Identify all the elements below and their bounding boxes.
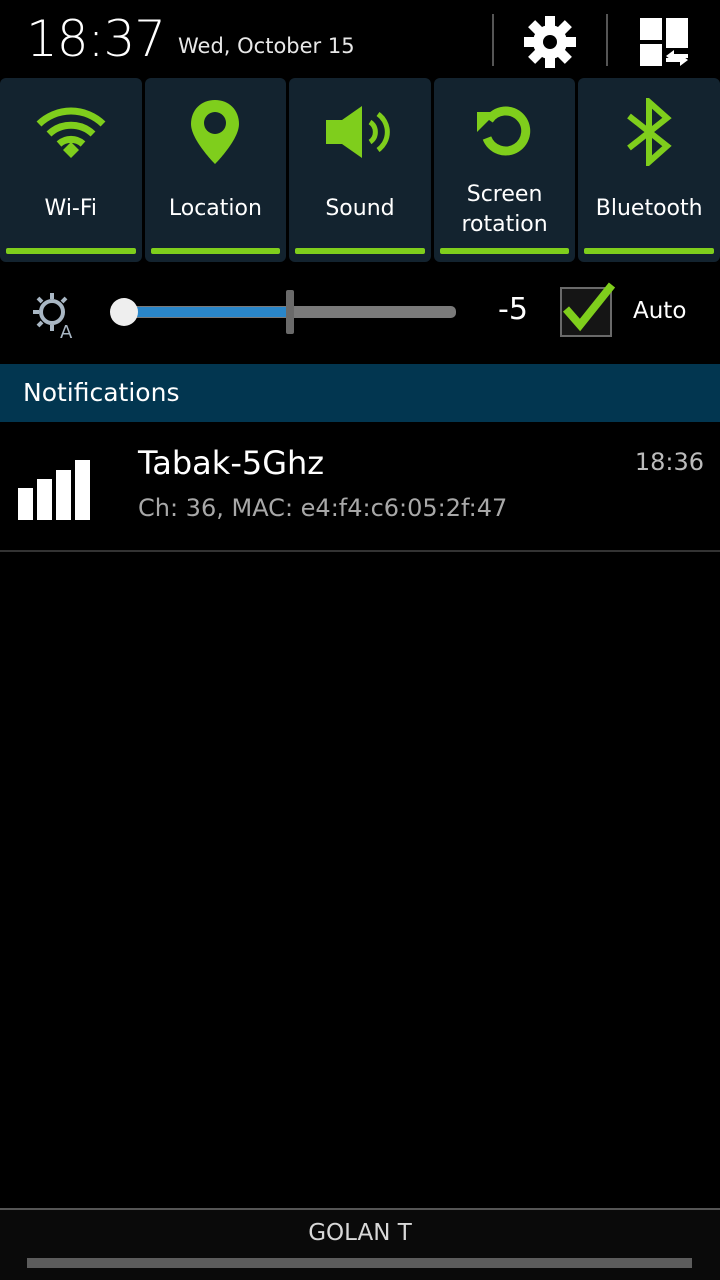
- toggle-location[interactable]: Location: [144, 78, 287, 262]
- notification-time: 18:36: [634, 448, 704, 476]
- brightness-default-marker: [286, 290, 294, 334]
- quick-settings-panel: Wi-Fi Location Sound Screen rotation Blu…: [0, 78, 720, 262]
- date: Wed, October 15: [178, 34, 355, 58]
- carrier-label: GOLAN T: [308, 1220, 412, 1246]
- settings-button[interactable]: [522, 14, 578, 70]
- bluetooth-icon: [627, 98, 672, 166]
- panel-drag-handle[interactable]: [27, 1258, 692, 1268]
- auto-brightness-label: Auto: [633, 298, 687, 324]
- notification-item[interactable]: [0, 422, 720, 550]
- auto-brightness-checkbox[interactable]: [560, 282, 616, 337]
- wifi-icon: [36, 107, 106, 158]
- speaker-icon: [325, 106, 390, 158]
- divider: [0, 550, 720, 552]
- toggle-on-indicator: [439, 248, 570, 254]
- toggle-sound[interactable]: Sound: [289, 78, 431, 262]
- toggle-on-indicator: [584, 248, 714, 254]
- status-header: 18:37 Wed, October 15: [0, 0, 720, 78]
- toggle-bluetooth[interactable]: Bluetooth: [578, 78, 720, 262]
- clock: 18:37: [26, 10, 166, 68]
- notifications-title: Notifications: [23, 378, 180, 407]
- toggle-label: Location: [168, 196, 262, 221]
- notifications-header: Notifications: [0, 364, 720, 422]
- toggle-on-indicator: [150, 248, 281, 254]
- grid-swap-icon: [640, 18, 688, 66]
- edit-quick-settings-button[interactable]: [636, 14, 692, 70]
- auto-brightness-icon: A: [33, 293, 73, 340]
- toggle-screen-rotation[interactable]: Screen rotation: [433, 78, 576, 262]
- divider: [492, 14, 494, 66]
- toggle-label: Sound: [325, 196, 395, 221]
- toggle-wifi[interactable]: Wi-Fi: [0, 78, 142, 262]
- notification-title: Tabak-5Ghz: [138, 444, 325, 482]
- rotate-icon: [476, 106, 530, 156]
- toggle-label: Screen rotation: [461, 182, 548, 237]
- notification-subtitle: Ch: 36, MAC: e4:f4:c6:05:2f:47: [138, 494, 508, 522]
- brightness-slider-fill: [124, 307, 290, 317]
- brightness-value: -5: [498, 292, 528, 327]
- toggle-label: Wi-Fi: [44, 196, 98, 221]
- divider: [606, 14, 608, 66]
- signal-bars-icon: [18, 460, 90, 520]
- location-pin-icon: [191, 100, 240, 164]
- toggle-on-indicator: [6, 248, 136, 254]
- checkmark-icon: [562, 282, 616, 332]
- toggle-on-indicator: [295, 248, 425, 254]
- toggle-label: Bluetooth: [595, 196, 703, 221]
- svg-text:A: A: [60, 322, 73, 340]
- gear-icon: [524, 16, 576, 68]
- brightness-slider-thumb[interactable]: [110, 298, 138, 326]
